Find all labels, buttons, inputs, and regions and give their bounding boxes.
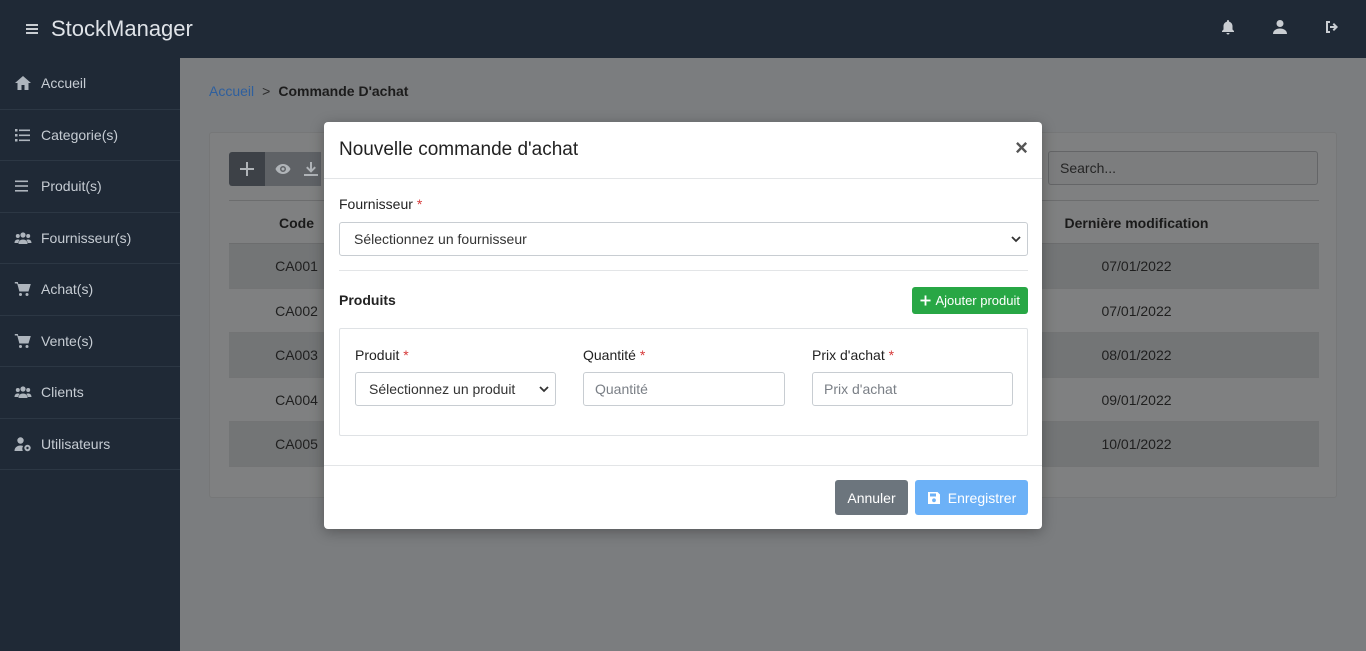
close-icon[interactable]: ×: [1015, 137, 1028, 159]
breadcrumb-current: Commande D'achat: [278, 83, 409, 99]
sidebar-item-accueil[interactable]: Accueil: [0, 58, 180, 110]
brand-title[interactable]: StockManager: [51, 16, 193, 42]
quantity-field: Quantité * Quantité: [583, 347, 785, 406]
cart-icon: [14, 282, 31, 297]
new-purchase-order-modal: Nouvelle commande d'achat × Fournisseur …: [324, 122, 1042, 529]
price-input[interactable]: Prix d'achat: [812, 372, 1013, 406]
home-icon: [15, 76, 31, 91]
section-divider: [339, 270, 1028, 271]
sidebar-item-achats[interactable]: Achat(s): [0, 264, 180, 316]
download-icon: [304, 162, 318, 176]
price-label: Prix d'achat *: [812, 347, 1013, 363]
user-icon[interactable]: [1272, 19, 1288, 35]
sidebar: Accueil Categorie(s) Produit(s) Fourniss…: [0, 58, 180, 651]
sign-out-icon[interactable]: [1324, 19, 1340, 35]
sidebar-item-ventes[interactable]: Vente(s): [0, 316, 180, 367]
menu-toggle-icon[interactable]: [26, 24, 38, 34]
save-button[interactable]: Enregistrer: [915, 480, 1028, 515]
product-select[interactable]: Sélectionnez un produit: [355, 372, 556, 406]
required-mark: *: [639, 347, 646, 363]
download-button[interactable]: [301, 152, 321, 186]
table-toolbar: [229, 152, 321, 186]
view-button[interactable]: [265, 152, 301, 186]
sidebar-item-label: Clients: [41, 384, 84, 401]
modal-footer: Annuler Enregistrer: [324, 465, 1042, 529]
supplier-select-value: Sélectionnez un fournisseur: [354, 231, 527, 247]
required-mark: *: [888, 347, 895, 363]
sidebar-item-produits[interactable]: Produit(s): [0, 161, 180, 213]
cart-icon: [14, 333, 31, 348]
add-product-button[interactable]: Ajouter produit: [912, 287, 1028, 314]
top-icons: [1220, 19, 1340, 35]
product-label: Produit *: [355, 347, 556, 363]
product-label-text: Produit: [355, 347, 400, 363]
supplier-label-text: Fournisseur: [339, 196, 413, 212]
top-navbar: StockManager: [0, 0, 1366, 58]
sidebar-item-categories[interactable]: Categorie(s): [0, 110, 180, 161]
save-label: Enregistrer: [947, 489, 1017, 506]
price-label-text: Prix d'achat: [812, 347, 885, 363]
supplier-select[interactable]: Sélectionnez un fournisseur: [339, 222, 1028, 256]
sidebar-item-label: Vente(s): [41, 332, 94, 349]
cancel-button[interactable]: Annuler: [835, 480, 908, 515]
bell-icon[interactable]: [1220, 19, 1236, 35]
supplier-label: Fournisseur *: [339, 196, 422, 212]
save-icon: [927, 491, 940, 504]
sidebar-item-fournisseurs[interactable]: Fournisseur(s): [0, 213, 180, 264]
quantity-input[interactable]: Quantité: [583, 372, 785, 406]
users-icon: [14, 232, 32, 244]
sidebar-item-label: Fournisseur(s): [41, 229, 132, 246]
product-select-value: Sélectionnez un produit: [369, 381, 516, 397]
chevron-down-icon: [1011, 236, 1021, 243]
modal-header: Nouvelle commande d'achat ×: [324, 122, 1042, 179]
breadcrumb-home-link[interactable]: Accueil: [209, 83, 254, 99]
price-field: Prix d'achat * Prix d'achat: [812, 347, 1013, 406]
sidebar-item-clients[interactable]: Clients: [0, 367, 180, 419]
add-product-label: Ajouter produit: [935, 293, 1020, 308]
sidebar-item-label: Produit(s): [41, 178, 102, 195]
plus-icon: [920, 295, 931, 306]
plus-icon: [240, 162, 254, 176]
sidebar-item-utilisateurs[interactable]: Utilisateurs: [0, 419, 180, 470]
sidebar-item-label: Categorie(s): [41, 126, 119, 143]
users-icon: [14, 386, 32, 399]
modal-title: Nouvelle commande d'achat: [339, 139, 579, 160]
sidebar-item-label: Achat(s): [41, 281, 94, 298]
product-line: Produit * Sélectionnez un produit Quanti…: [339, 328, 1028, 436]
products-title: Produits: [339, 292, 396, 308]
breadcrumb-separator: >: [262, 83, 271, 99]
quantity-label: Quantité *: [583, 347, 785, 363]
product-field: Produit * Sélectionnez un produit: [355, 347, 556, 406]
list-icon: [15, 128, 30, 142]
breadcrumb: Accueil > Commande D'achat: [209, 83, 408, 99]
search-input[interactable]: Search...: [1048, 151, 1318, 185]
user-cog-icon: [14, 437, 31, 451]
eye-icon: [275, 164, 291, 174]
add-button[interactable]: [229, 152, 265, 186]
sidebar-item-label: Utilisateurs: [41, 435, 111, 452]
bars-icon: [15, 180, 28, 192]
required-mark: *: [403, 347, 409, 363]
quantity-label-text: Quantité: [583, 347, 636, 363]
required-mark: *: [416, 196, 423, 212]
chevron-down-icon: [539, 386, 549, 393]
sidebar-item-label: Accueil: [41, 75, 87, 92]
